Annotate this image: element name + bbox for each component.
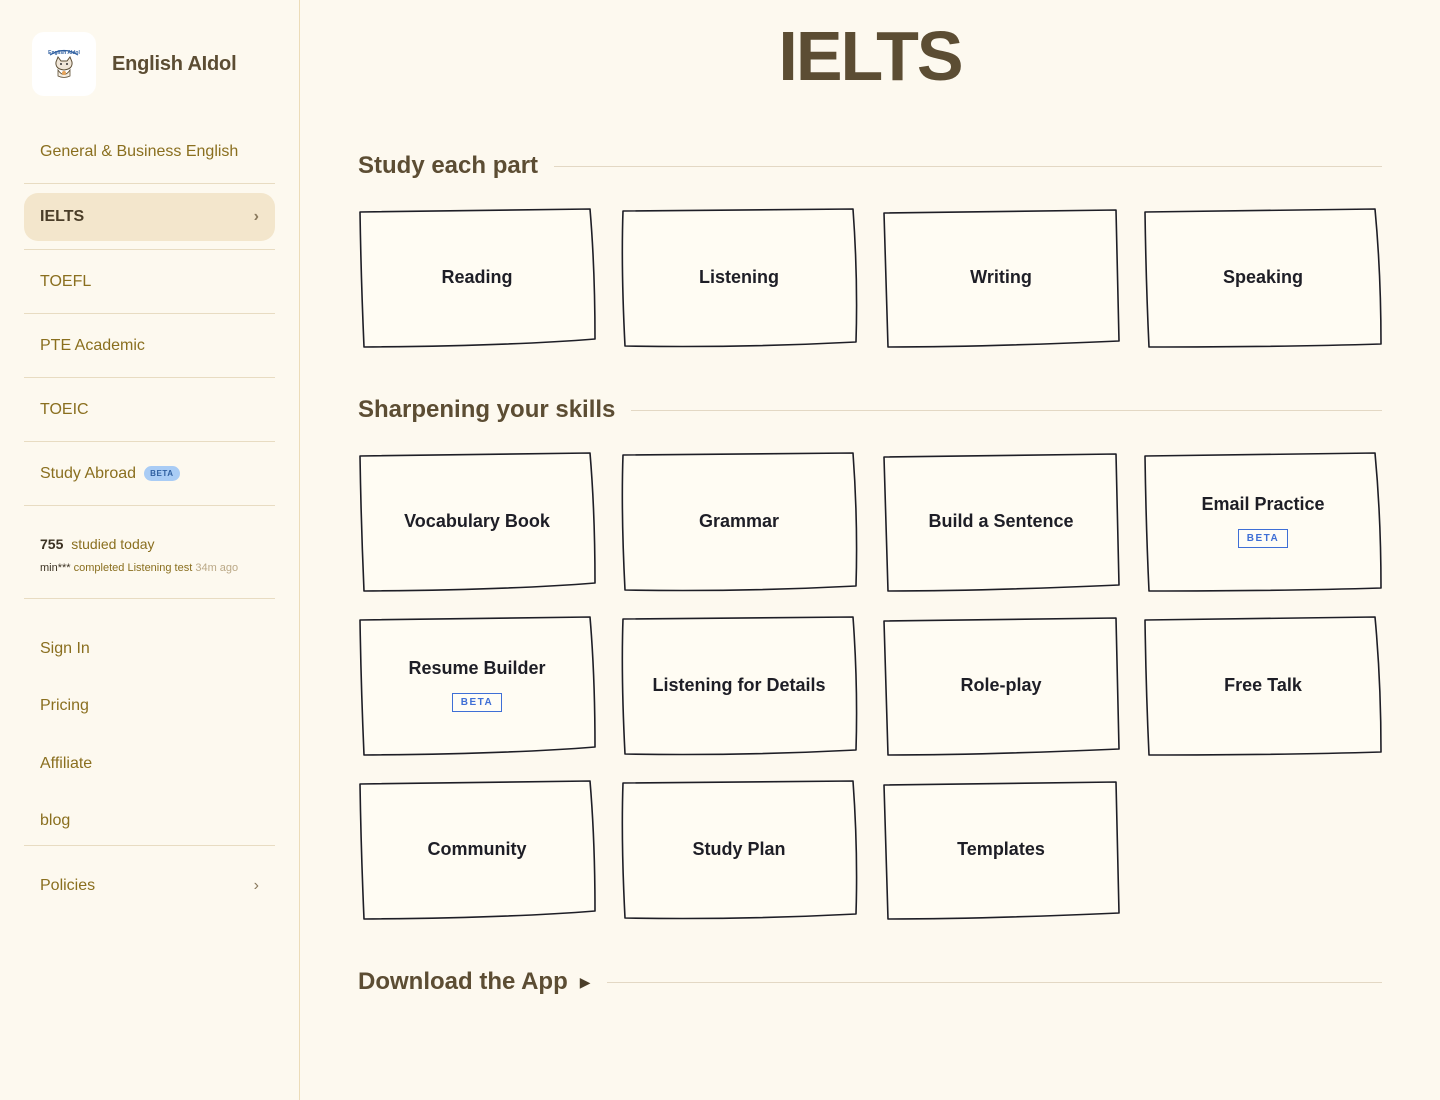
card-listening[interactable]: Listening (620, 208, 858, 348)
sidebar: English AIdol English AIdol General & Bu… (0, 0, 300, 1100)
section-download-app[interactable]: Download the App ▶ (358, 968, 1382, 996)
beta-badge: BETA (144, 466, 180, 481)
cat-mascot-logo-icon: English AIdol (32, 32, 96, 96)
card-label: Build a Sentence (928, 510, 1074, 531)
card-label: Templates (957, 838, 1045, 859)
section-rule (554, 165, 1382, 167)
card-label: Listening for Details (652, 674, 826, 695)
study-cards: Reading Listening Writing Speaking (358, 208, 1382, 348)
nav-item-label: TOEFL (40, 272, 92, 290)
recent-activity: min*** completed Listening test 34m ago (40, 562, 238, 574)
card-writing[interactable]: Writing (882, 208, 1120, 348)
card-label: Email Practice (1201, 494, 1325, 514)
pricing-link[interactable]: Pricing (40, 678, 92, 736)
chevron-right-icon: › (253, 877, 259, 894)
card-frame (359, 616, 596, 756)
section-title: Sharpening your skills (358, 396, 616, 423)
card-email-practice[interactable]: Email Practice BETA (1144, 452, 1382, 592)
brand-name: English AIdol (112, 52, 237, 75)
studied-today: 755 studied today (40, 536, 238, 552)
card-label: Reading (441, 266, 513, 287)
card-vocabulary-book[interactable]: Vocabulary Book (358, 452, 596, 592)
activity-time: 34m ago (195, 562, 239, 574)
section-title: Study each part (358, 152, 539, 179)
exam-nav: General & Business English IELTS › TOEFL… (24, 120, 275, 506)
card-resume-builder[interactable]: Resume Builder BETA (358, 616, 596, 756)
blog-link[interactable]: blog (40, 793, 92, 851)
section-rule (631, 409, 1382, 411)
card-study-plan[interactable]: Study Plan (620, 780, 858, 920)
nav-item-toeic[interactable]: TOEIC (24, 378, 275, 442)
studied-count: 755 (40, 536, 64, 552)
nav-item-label: General & Business English (40, 142, 239, 160)
card-free-talk[interactable]: Free Talk (1144, 616, 1382, 756)
nav-item-pte[interactable]: PTE Academic (24, 314, 275, 378)
section-sharpening-skills: Sharpening your skills (358, 396, 1382, 424)
page-title: IELTS (778, 17, 963, 95)
main-content: IELTS Study each part Reading Listening Wr… (300, 0, 1440, 1100)
card-label: Grammar (698, 510, 780, 531)
activity-stats: 755 studied today min*** completed Liste… (40, 536, 238, 574)
chevron-right-icon: › (253, 207, 259, 225)
card-label: Speaking (1222, 266, 1304, 287)
card-label: Resume Builder (408, 658, 546, 678)
account-links: Sign In Pricing Affiliate blog (40, 620, 92, 850)
card-role-play[interactable]: Role-play (882, 616, 1120, 756)
card-label: Writing (970, 266, 1032, 287)
nav-item-ielts-wrap: IELTS › (24, 184, 275, 250)
nav-item-study-abroad[interactable]: Study Abroad BETA (24, 442, 275, 506)
logo-text: English AIdol (48, 50, 80, 56)
card-label: Listening (699, 266, 779, 287)
skill-cards: Vocabulary Book Grammar Build a Sentence Em… (358, 452, 1382, 920)
card-label: Vocabulary Book (404, 510, 550, 531)
section-title: Download the App (358, 968, 568, 995)
nav-item-label: IELTS (40, 207, 85, 225)
studied-label: studied today (71, 536, 155, 552)
nav-item-toefl[interactable]: TOEFL (24, 250, 275, 314)
nav-item-general-business[interactable]: General & Business English (24, 120, 275, 184)
card-build-a-sentence[interactable]: Build a Sentence (882, 452, 1120, 592)
affiliate-link[interactable]: Affiliate (40, 735, 92, 793)
section-study-each-part: Study each part (358, 152, 1382, 180)
beta-badge: BETA (1237, 529, 1289, 548)
card-label: Study Plan (692, 838, 786, 859)
activity-text: completed Listening test (73, 562, 193, 574)
nav-item-ielts[interactable]: IELTS › (24, 192, 275, 241)
card-speaking[interactable]: Speaking (1144, 208, 1382, 348)
policies-menu[interactable]: Policies › (24, 862, 275, 910)
activity-user: min*** (40, 562, 71, 574)
card-reading[interactable]: Reading (358, 208, 596, 348)
divider (24, 845, 275, 846)
policies-label: Policies (40, 877, 96, 894)
card-listening-for-details[interactable]: Listening for Details (620, 616, 858, 756)
nav-item-label: TOEIC (40, 400, 89, 418)
nav-item-label: Study Abroad (40, 464, 137, 482)
card-label: Community (427, 838, 527, 859)
sign-in-link[interactable]: Sign In (40, 620, 92, 678)
card-label: Role-play (960, 674, 1042, 695)
card-grammar[interactable]: Grammar (620, 452, 858, 592)
nav-item-label: PTE Academic (40, 336, 145, 354)
divider (24, 598, 275, 599)
section-rule (606, 981, 1382, 983)
card-templates[interactable]: Templates (882, 780, 1120, 920)
beta-badge: BETA (451, 693, 503, 712)
card-community[interactable]: Community (358, 780, 596, 920)
play-triangle-icon: ▶ (579, 973, 591, 990)
brand[interactable]: English AIdol English AIdol (32, 32, 237, 96)
card-frame (1144, 452, 1382, 592)
card-label: Free Talk (1224, 674, 1302, 695)
